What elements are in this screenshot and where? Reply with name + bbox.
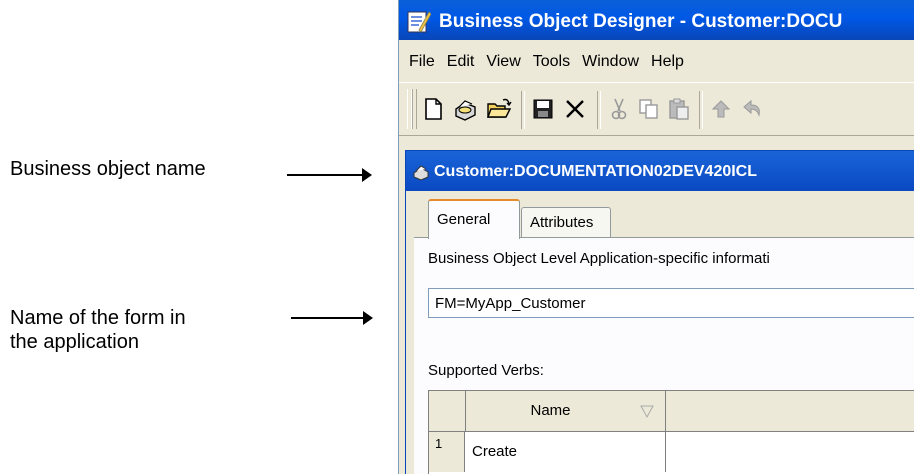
menu-bar: File Edit View Tools Window Help (399, 40, 914, 80)
supported-verbs-table: Name 1 Create (428, 390, 914, 474)
menu-file[interactable]: File (399, 40, 441, 84)
callout-arrow (287, 168, 372, 182)
window-titlebar[interactable]: Business Object Designer - Customer:DOCU (399, 0, 914, 40)
verb-name-cell[interactable]: Create (466, 432, 666, 472)
delete-icon[interactable] (561, 95, 589, 123)
undo-icon[interactable] (739, 95, 767, 123)
paste-icon[interactable] (665, 95, 693, 123)
toolbar-grip[interactable] (411, 89, 417, 129)
menu-view[interactable]: View (480, 40, 526, 84)
app-info-label: Business Object Level Application-specif… (428, 250, 770, 267)
business-object-document: Customer:DOCUMENTATION02DEV420ICL Genera… (405, 150, 914, 474)
column-header-name-label: Name (530, 402, 571, 419)
app-info-field[interactable]: FM=MyApp_Customer (428, 288, 914, 318)
callout-form-name-line2: the application (10, 331, 139, 353)
table-row[interactable]: 1 Create (429, 432, 914, 472)
column-header-name[interactable]: Name (466, 391, 666, 431)
menu-help[interactable]: Help (645, 40, 690, 84)
sort-descending-icon[interactable] (639, 403, 655, 419)
window-title: Business Object Designer - Customer:DOCU (439, 11, 843, 32)
table-header: Name (429, 391, 914, 432)
tab-general[interactable]: General (428, 199, 520, 239)
callout-arrow (291, 311, 373, 325)
move-up-icon[interactable] (707, 95, 735, 123)
designer-app-icon (407, 11, 431, 33)
toolbar-separator (699, 91, 703, 129)
toolbar-separator (521, 91, 525, 129)
toolbar (399, 82, 914, 136)
callout-business-object-name: Business object name (10, 158, 206, 180)
callout-form-name: Name of the form in the application (10, 306, 186, 354)
new-document-icon[interactable] (419, 95, 447, 123)
menu-tools[interactable]: Tools (527, 40, 576, 84)
open-folder-icon[interactable] (485, 95, 513, 123)
table-corner-cell[interactable] (429, 391, 466, 431)
print-icon[interactable] (451, 95, 479, 123)
business-object-icon (413, 165, 429, 181)
callout-form-name-line1: Name of the form in (10, 307, 186, 329)
business-object-name: Customer:DOCUMENTATION02DEV420ICL (434, 163, 758, 180)
menu-window[interactable]: Window (576, 40, 645, 84)
tab-attributes[interactable]: Attributes (521, 207, 611, 237)
toolbar-separator (597, 91, 601, 129)
copy-icon[interactable] (635, 95, 663, 123)
supported-verbs-label: Supported Verbs: (428, 362, 544, 379)
document-titlebar[interactable]: Customer:DOCUMENTATION02DEV420ICL (406, 151, 914, 191)
cut-icon[interactable] (605, 95, 633, 123)
row-number: 1 (429, 432, 465, 472)
save-icon[interactable] (529, 95, 557, 123)
menu-edit[interactable]: Edit (441, 40, 481, 84)
general-tab-panel: Business Object Level Application-specif… (414, 237, 914, 474)
business-object-designer-window: Business Object Designer - Customer:DOCU… (398, 0, 914, 474)
